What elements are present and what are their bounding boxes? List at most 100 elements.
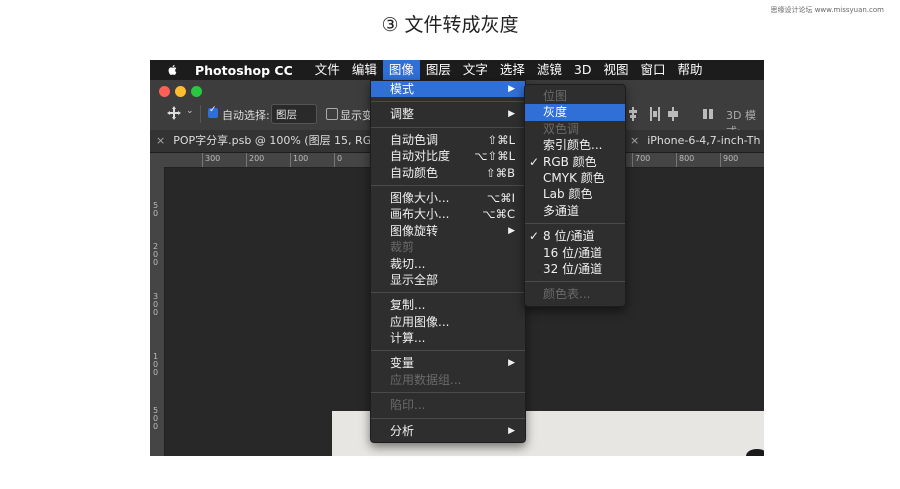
minimize-window-button[interactable] xyxy=(175,86,186,97)
menu-item-shortcut: ⌥⇧⌘L xyxy=(474,149,515,164)
ruler-tick: 5 0 xyxy=(153,201,159,218)
menu-item-label: 32 位/通道 xyxy=(543,261,603,276)
submenu-arrow-icon: ▶ xyxy=(508,358,515,369)
auto-align-icon[interactable] xyxy=(703,107,713,121)
menu-item-label: 显示全部 xyxy=(390,272,439,287)
menu-item-label: 自动色调 xyxy=(390,132,439,147)
apple-icon[interactable] xyxy=(167,64,179,76)
image-menu-item-4-1[interactable]: 应用图像... xyxy=(371,314,525,330)
ruler-tick: 700 xyxy=(632,153,650,167)
mode-submenu-item-0-3[interactable]: 索引颜色... xyxy=(525,137,625,153)
mode-submenu-item-0-6[interactable]: Lab 颜色 xyxy=(525,186,625,202)
image-menu-item-5-1: 应用数据组... xyxy=(371,372,525,388)
menu-item-shortcut: ⇧⌘L xyxy=(487,132,515,147)
mode-submenu-item-1-2[interactable]: 32 位/通道 xyxy=(525,261,625,277)
show-transform-checkbox[interactable] xyxy=(326,108,338,120)
menu-filter[interactable]: 滤镜 xyxy=(531,60,568,80)
chevron-down-icon[interactable]: ⌄ xyxy=(186,106,194,116)
chevron-down-icon: ⌄ xyxy=(276,107,283,116)
submenu-arrow-icon: ▶ xyxy=(508,109,515,120)
menu-item-label: 16 位/通道 xyxy=(543,245,603,260)
ruler-tick: 3 0 0 xyxy=(153,292,159,317)
submenu-arrow-icon: ▶ xyxy=(508,425,515,436)
menu-item-label: 应用数据组... xyxy=(390,372,462,387)
menu-item-label: 图像大小... xyxy=(390,190,450,205)
image-menu-item-4-0[interactable]: 复制... xyxy=(371,297,525,313)
document-tab[interactable]: × iPhone-6-4,7-inch-Th xyxy=(630,130,760,152)
menu-item-label: 自动对比度 xyxy=(390,149,451,164)
menu-type[interactable]: 文字 xyxy=(457,60,494,80)
menu-item-label: 灰度 xyxy=(543,105,568,120)
menu-edit[interactable]: 编辑 xyxy=(346,60,383,80)
menu-image[interactable]: 图像 xyxy=(382,60,420,80)
menu-item-label: 8 位/通道 xyxy=(543,229,595,244)
menu-file[interactable]: 文件 xyxy=(309,60,346,80)
mode-submenu-item-1-1[interactable]: 16 位/通道 xyxy=(525,245,625,261)
app-name-menu[interactable]: Photoshop CC xyxy=(195,63,293,78)
canvas-object xyxy=(746,449,764,456)
menu-help[interactable]: 帮助 xyxy=(672,60,709,80)
ruler-tick: 900 xyxy=(720,153,738,167)
menu-item-label: RGB 颜色 xyxy=(543,154,597,169)
menu-separator xyxy=(371,392,525,394)
show-transform-label: 显示变 xyxy=(340,109,373,122)
mode-submenu-item-0-1[interactable]: 灰度 xyxy=(525,104,625,121)
checkmark-icon: ✓ xyxy=(529,154,540,169)
image-menu-item-0-0[interactable]: 模式 ▶ xyxy=(371,81,525,98)
menu-item-label: 裁剪 xyxy=(390,240,415,255)
image-menu-item-2-0[interactable]: 自动色调 ⇧⌘L xyxy=(371,132,525,148)
menu-select[interactable]: 选择 xyxy=(494,60,531,80)
menu-item-label: 多通道 xyxy=(543,203,580,218)
vertical-ruler[interactable]: 5 0 2 0 0 3 0 0 1 0 0 5 0 0 xyxy=(150,167,165,456)
menu-item-shortcut: ⌥⌘C xyxy=(482,207,515,222)
menu-3d[interactable]: 3D xyxy=(568,60,598,80)
image-menu-item-3-5[interactable]: 显示全部 xyxy=(371,272,525,288)
menu-item-label: 陷印... xyxy=(390,398,426,413)
menu-separator xyxy=(371,292,525,294)
image-menu-item-1-0[interactable]: 调整 ▶ xyxy=(371,106,525,122)
ruler-tick: 300 xyxy=(202,153,220,167)
image-menu-item-5-0[interactable]: 变量 ▶ xyxy=(371,355,525,371)
image-menu-item-2-1[interactable]: 自动对比度 ⌥⇧⌘L xyxy=(371,148,525,164)
menu-item-label: 计算... xyxy=(390,331,426,346)
ruler-tick: 800 xyxy=(676,153,694,167)
image-menu-dropdown: 模式 ▶ 调整 ▶ 自动色调 ⇧⌘L 自动对比度 ⌥⇧⌘L 自动颜色 ⇧⌘B 图像大小... ⌥⌘I 画… xyxy=(370,80,526,444)
mode-submenu-item-0-5[interactable]: CMYK 颜色 xyxy=(525,170,625,186)
auto-select-dropdown[interactable]: 图层 ⌄ xyxy=(271,104,317,124)
auto-select-checkbox[interactable] xyxy=(208,105,218,118)
document-tab[interactable]: × POP字分享.psb @ 100% (图层 15, RGB/8... xyxy=(156,130,400,152)
ruler-tick: 1 0 0 xyxy=(153,352,159,377)
menu-item-label: 变量 xyxy=(390,356,415,371)
image-menu-item-7-0[interactable]: 分析 ▶ xyxy=(371,423,525,439)
menu-separator xyxy=(371,417,525,419)
mode-submenu-item-1-0[interactable]: ✓ 8 位/通道 xyxy=(525,228,625,244)
close-icon[interactable]: × xyxy=(156,134,165,147)
ruler-tick: 5 0 0 xyxy=(153,406,159,431)
close-window-button[interactable] xyxy=(159,86,170,97)
mode-submenu-item-0-7[interactable]: 多通道 xyxy=(525,203,625,219)
distribute-vertical-icon[interactable] xyxy=(668,107,678,121)
image-menu-item-3-0[interactable]: 图像大小... ⌥⌘I xyxy=(371,190,525,206)
mode-submenu-item-0-4[interactable]: ✓ RGB 颜色 xyxy=(525,154,625,170)
image-menu-item-3-4[interactable]: 裁切... xyxy=(371,256,525,272)
submenu-arrow-icon: ▶ xyxy=(508,84,515,94)
menu-layer[interactable]: 图层 xyxy=(420,60,457,80)
divider xyxy=(200,105,201,123)
image-menu-item-3-3: 裁剪 xyxy=(371,239,525,255)
close-icon[interactable]: × xyxy=(630,134,639,147)
menu-item-label: 调整 xyxy=(390,107,415,122)
ruler-tick: 0 xyxy=(334,153,342,167)
menu-item-shortcut: ⌥⌘I xyxy=(486,190,515,205)
zoom-window-button[interactable] xyxy=(191,86,202,97)
menu-separator xyxy=(371,101,525,103)
mode-submenu-item-0-0: 位图 xyxy=(525,88,625,104)
image-menu-item-4-2[interactable]: 计算... xyxy=(371,330,525,346)
align-icon[interactable] xyxy=(628,107,638,121)
distribute-icon[interactable] xyxy=(650,107,660,121)
move-tool-icon[interactable] xyxy=(167,106,181,120)
menu-window[interactable]: 窗口 xyxy=(635,60,672,80)
menu-view[interactable]: 视图 xyxy=(597,60,634,80)
image-menu-item-3-2[interactable]: 图像旋转 ▶ xyxy=(371,223,525,239)
image-menu-item-3-1[interactable]: 画布大小... ⌥⌘C xyxy=(371,206,525,222)
image-menu-item-2-2[interactable]: 自动颜色 ⇧⌘B xyxy=(371,165,525,181)
